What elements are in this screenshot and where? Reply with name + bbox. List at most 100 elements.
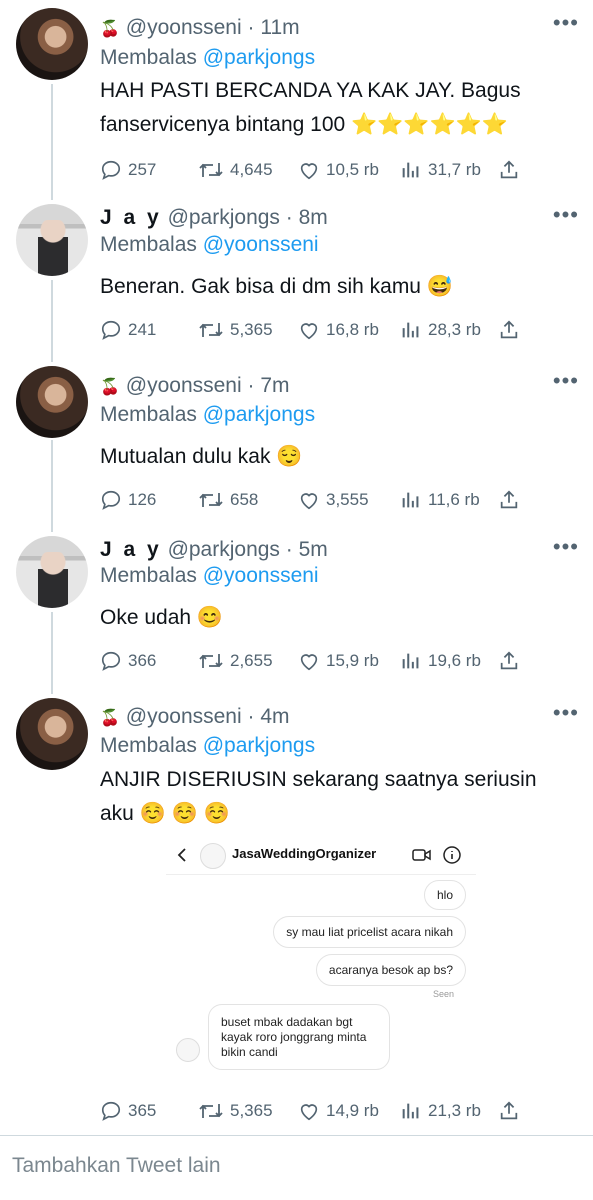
reply-count: 257	[128, 160, 157, 179]
cherry-icon: 🍒	[100, 379, 120, 396]
like-button[interactable]: 14,9 rb	[298, 1098, 379, 1124]
reply-label: Membalas	[100, 403, 197, 426]
retweet-icon	[199, 654, 223, 668]
views-icon	[402, 1103, 419, 1119]
tweet-actions: 366 2,655 15,9 rb 19,6 rb	[100, 648, 520, 674]
reply-mention[interactable]: @parkjongs	[203, 46, 315, 69]
thread-line	[51, 612, 53, 694]
heart-icon	[300, 493, 318, 510]
reply-button[interactable]: 241	[100, 317, 156, 343]
reply-context: Membalas @parkjongs	[100, 46, 315, 70]
timestamp[interactable]: 11m	[260, 16, 299, 39]
reply-mention[interactable]: @yoonsseni	[203, 564, 319, 587]
attached-image[interactable]: JasaWeddingOrganizer hlo sy mau liat pri…	[166, 836, 476, 1070]
more-options-icon[interactable]: •••	[553, 368, 579, 394]
share-icon	[500, 1101, 518, 1120]
dm-avatar	[176, 1038, 200, 1062]
share-button[interactable]	[498, 157, 526, 183]
reply-button[interactable]: 126	[100, 487, 156, 513]
like-button[interactable]: 3,555	[298, 487, 369, 513]
reply-icon	[101, 1101, 121, 1121]
user-handle[interactable]: @yoonsseni	[126, 16, 242, 39]
reply-context: Membalas @parkjongs	[100, 403, 315, 427]
reply-mention[interactable]: @parkjongs	[203, 403, 315, 426]
avatar[interactable]	[16, 536, 88, 608]
timestamp[interactable]: 5m	[299, 538, 328, 561]
avatar[interactable]	[16, 204, 88, 276]
more-options-icon[interactable]: •••	[553, 10, 579, 36]
user-display-name[interactable]: J a y	[100, 538, 162, 561]
avatar[interactable]	[16, 698, 88, 770]
reply-count: 126	[128, 490, 157, 509]
reply-label: Membalas	[100, 233, 197, 256]
share-button[interactable]	[498, 487, 526, 513]
views-button[interactable]: 31,7 rb	[400, 157, 481, 183]
tweet-text: Beneran. Gak bisa di dm sih kamu 😅	[100, 275, 453, 298]
user-handle[interactable]: @yoonsseni	[126, 705, 242, 728]
thread-line	[51, 280, 53, 362]
retweet-icon	[199, 493, 223, 507]
retweet-button[interactable]: 5,365	[198, 1098, 273, 1124]
like-button[interactable]: 15,9 rb	[298, 648, 379, 674]
views-button[interactable]: 19,6 rb	[400, 648, 481, 674]
like-count: 10,5 rb	[326, 160, 379, 179]
views-button[interactable]: 28,3 rb	[400, 317, 481, 343]
retweet-button[interactable]: 658	[198, 487, 258, 513]
heart-icon	[300, 1104, 318, 1121]
views-button[interactable]: 11,6 rb	[400, 487, 480, 513]
reply-button[interactable]: 366	[100, 648, 156, 674]
dm-message-received: buset mbak dadakan bgt kayak roro jonggr…	[208, 1004, 390, 1070]
avatar[interactable]	[16, 366, 88, 438]
dm-avatar	[200, 843, 226, 869]
retweet-button[interactable]: 2,655	[198, 648, 273, 674]
views-icon	[402, 322, 419, 338]
reply-button[interactable]: 365	[100, 1098, 156, 1124]
dm-message-sent: sy mau liat pricelist acara nikah	[273, 916, 466, 948]
reply-icon	[101, 320, 121, 340]
tweet-actions: 365 5,365 14,9 rb 21,3 rb	[100, 1098, 520, 1124]
timestamp[interactable]: 4m	[260, 705, 289, 728]
share-button[interactable]	[498, 648, 526, 674]
retweet-count: 5,365	[230, 320, 273, 339]
retweet-button[interactable]: 4,645	[198, 157, 273, 183]
heart-icon	[300, 323, 318, 340]
share-icon	[500, 320, 518, 339]
info-icon	[443, 846, 461, 864]
like-button[interactable]: 10,5 rb	[298, 157, 379, 183]
more-options-icon[interactable]: •••	[553, 700, 579, 726]
retweet-count: 2,655	[230, 651, 273, 670]
video-call-icon	[412, 849, 431, 861]
tweet-header: 🍒 @yoonsseni · 4m	[100, 705, 290, 729]
heart-icon	[300, 654, 318, 671]
views-count: 19,6 rb	[428, 651, 481, 670]
timestamp[interactable]: 8m	[299, 206, 328, 229]
reply-mention[interactable]: @parkjongs	[203, 734, 315, 757]
user-handle[interactable]: @yoonsseni	[126, 374, 242, 397]
user-handle[interactable]: @parkjongs	[168, 538, 280, 561]
like-button[interactable]: 16,8 rb	[298, 317, 379, 343]
more-options-icon[interactable]: •••	[553, 202, 579, 228]
user-display-name[interactable]: J a y	[100, 206, 162, 229]
views-button[interactable]: 21,3 rb	[400, 1098, 481, 1124]
share-button[interactable]	[498, 1098, 526, 1124]
reply-label: Membalas	[100, 734, 197, 757]
add-tweet-input[interactable]: Tambahkan Tweet lain	[12, 1154, 221, 1178]
reply-count: 365	[128, 1101, 157, 1120]
more-options-icon[interactable]: •••	[553, 534, 579, 560]
separator-dot: ·	[247, 16, 255, 39]
retweet-count: 658	[230, 490, 259, 509]
avatar[interactable]	[16, 8, 88, 80]
retweet-button[interactable]: 5,365	[198, 317, 273, 343]
timestamp[interactable]: 7m	[260, 374, 289, 397]
dm-message-sent: acaranya besok ap bs?	[315, 954, 466, 986]
tweet-header: 🍒 @yoonsseni · 11m	[100, 16, 300, 40]
reply-mention[interactable]: @yoonsseni	[203, 233, 319, 256]
user-handle[interactable]: @parkjongs	[168, 206, 280, 229]
reply-label: Membalas	[100, 46, 197, 69]
tweet-text: Mutualan dulu kak 😌	[100, 445, 303, 468]
reply-context: Membalas @yoonsseni	[100, 564, 319, 588]
retweet-icon	[199, 1104, 223, 1118]
reply-button[interactable]: 257	[100, 157, 156, 183]
share-button[interactable]	[498, 317, 526, 343]
cherry-icon: 🍒	[100, 21, 120, 38]
